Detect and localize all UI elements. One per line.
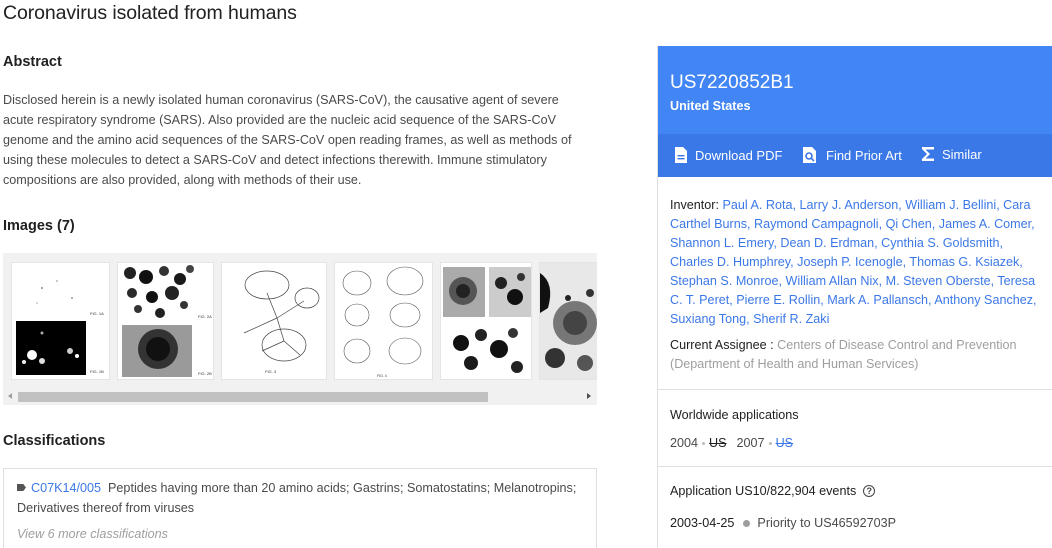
similar-button[interactable]: Similar — [921, 146, 982, 162]
image-gallery[interactable]: FIG. 1A FIG. 1B FIG. 2A FIG. 2B FIG. 3 F… — [3, 253, 597, 405]
worldwide-applications-heading: Worldwide applications — [670, 408, 799, 422]
thumbnail-fig-2[interactable]: FIG. 2A FIG. 2B — [117, 262, 214, 380]
assignee-label: Current Assignee : — [670, 338, 774, 352]
publication-number: US7220852B1 — [670, 72, 794, 93]
pdf-file-icon — [675, 147, 687, 163]
dot-separator — [702, 441, 706, 445]
download-pdf-label: Download PDF — [695, 147, 783, 163]
application-events-label: Application US10/822,904 events — [670, 484, 857, 498]
thumbnail-fig-3[interactable]: FIG. 3 — [221, 262, 327, 380]
event-row: 2003-04-25 Priority to US46592703P — [670, 516, 896, 530]
classifications-heading: Classifications — [3, 433, 106, 449]
view-more-classifications-link[interactable]: View 6 more classifications — [17, 527, 168, 541]
inventors: Inventor: Paul A. Rota, Larry J. Anderso… — [670, 196, 1042, 329]
abstract-heading: Abstract — [3, 54, 62, 70]
svg-text:FIG. 2B: FIG. 2B — [198, 371, 212, 376]
svg-text:FIG. 1B: FIG. 1B — [90, 369, 104, 374]
tag-icon — [17, 484, 26, 491]
prior-art-search-icon — [803, 147, 816, 163]
classification-code-link[interactable]: C07K14/005 — [31, 481, 101, 495]
panel-header: US7220852B1 United States Download PDF F… — [658, 46, 1052, 177]
sigma-icon — [922, 147, 934, 161]
find-prior-art-label: Find Prior Art — [826, 147, 902, 163]
thumbnail-fig-1[interactable]: FIG. 1A FIG. 1B — [11, 262, 110, 380]
classification-item: C07K14/005 Peptides having more than 20 … — [17, 478, 587, 518]
images-heading: Images (7) — [3, 218, 75, 234]
us-2004-link[interactable]: US — [709, 436, 727, 450]
scroll-left-icon[interactable] — [6, 391, 16, 401]
help-icon[interactable]: ? — [863, 485, 876, 497]
current-assignee: Current Assignee : Centers of Disease Co… — [670, 336, 1042, 374]
event-text: Priority to US46592703P — [757, 516, 897, 530]
download-pdf-button[interactable]: Download PDF — [674, 146, 782, 164]
event-date: 2003-04-25 — [670, 516, 735, 530]
gallery-scrollbar[interactable] — [3, 388, 597, 405]
year-2007: 2007 — [736, 436, 765, 450]
inventor-links[interactable]: Paul A. Rota, Larry J. Anderson, William… — [670, 198, 1037, 326]
thumbnail-fig-6[interactable] — [539, 262, 597, 380]
dot-separator — [768, 441, 772, 445]
patent-info-panel: US7220852B1 United States Download PDF F… — [657, 46, 1052, 548]
page-title: Coronavirus isolated from humans — [3, 2, 297, 24]
application-events-heading: Application US10/822,904 events ? — [670, 484, 876, 498]
country: United States — [670, 99, 751, 113]
divider — [658, 389, 1052, 390]
svg-text:FIG. 2A: FIG. 2A — [198, 314, 212, 319]
worldwide-applications-row: 2004 US 2007 US — [670, 436, 793, 450]
year-2004: 2004 — [670, 436, 699, 450]
classifications-box: C07K14/005 Peptides having more than 20 … — [3, 468, 597, 548]
abstract-text: Disclosed herein is a newly isolated hum… — [3, 93, 572, 187]
action-bar: Download PDF Find Prior Art Similar — [658, 134, 1052, 177]
thumbnail-fig-4[interactable]: FIG. 4 — [334, 262, 433, 380]
svg-text:FIG. 3: FIG. 3 — [265, 369, 277, 374]
divider — [658, 466, 1052, 467]
find-prior-art-button[interactable]: Find Prior Art — [801, 146, 902, 164]
scroll-thumb[interactable] — [18, 392, 488, 402]
classification-description: Peptides having more than 20 amino acids… — [17, 481, 577, 515]
inventor-label: Inventor: — [670, 198, 720, 212]
scroll-right-icon[interactable] — [583, 391, 593, 401]
event-dot-icon — [743, 519, 751, 527]
thumbnail-fig-5[interactable] — [440, 262, 532, 380]
svg-text:FIG. 4: FIG. 4 — [377, 374, 387, 378]
us-2007-link[interactable]: US — [776, 436, 794, 450]
svg-text:FIG. 1A: FIG. 1A — [90, 311, 104, 316]
similar-label: Similar — [942, 146, 982, 162]
